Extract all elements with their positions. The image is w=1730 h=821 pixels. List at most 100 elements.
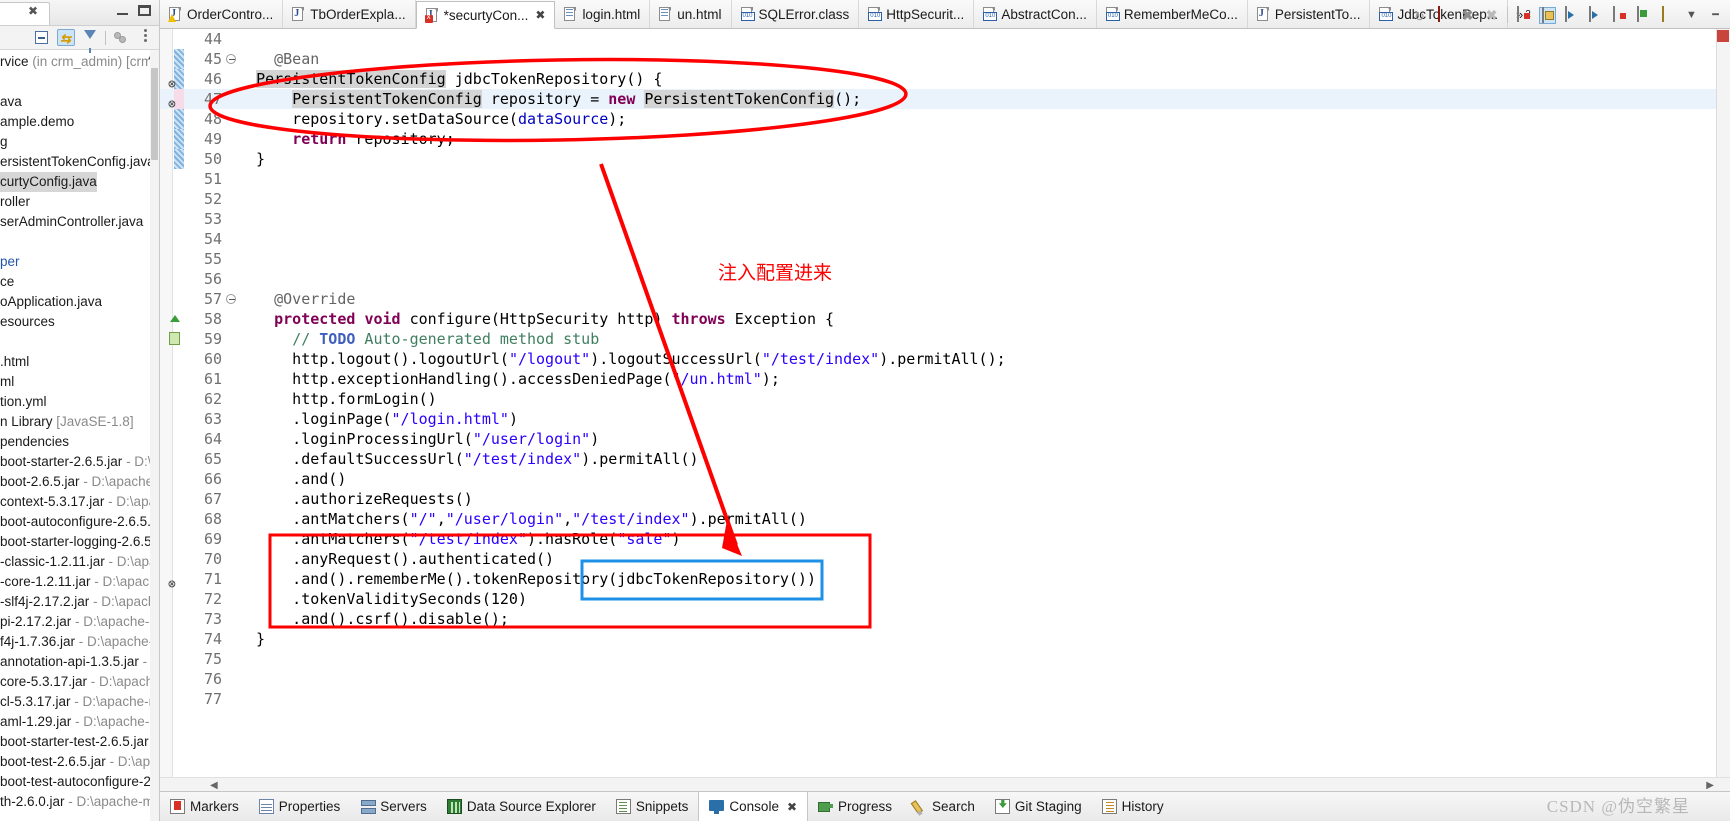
tree-item[interactable]: ava [0, 92, 159, 112]
tree-item[interactable]: -core-1.2.11.jar - D:\apach [0, 572, 159, 592]
code-line[interactable]: 62 http.formLogin() [160, 389, 1730, 409]
editor-tab[interactable]: J*securtyCon... ✖ [415, 1, 556, 29]
tree-item[interactable]: -slf4j-2.17.2.jar - D:\apache [0, 592, 159, 612]
code-line[interactable]: 77 [160, 689, 1730, 709]
tree-item[interactable]: th-2.6.0.jar - D:\apache-ma [0, 792, 159, 812]
clear-console-icon[interactable] [1515, 5, 1532, 24]
show-console-on-output-icon[interactable] [1587, 5, 1604, 24]
editor-tab[interactable]: 010 HttpSecurit... [859, 0, 975, 28]
tree-item[interactable]: oApplication.java [0, 292, 159, 312]
code-lines[interactable]: 4445 @Bean46 PersistentTokenConfig jdbcT… [160, 29, 1730, 791]
filters-icon[interactable] [81, 29, 99, 53]
word-wrap-icon[interactable] [1563, 5, 1580, 24]
tree-item[interactable]: f4j-1.7.36.jar - D:\apache-m [0, 632, 159, 652]
bottom-view-tab[interactable]: Data Source Explorer [437, 792, 606, 821]
code-line[interactable]: 67 .authorizeRequests() [160, 489, 1730, 509]
minimize-icon[interactable] [117, 6, 128, 15]
tree-item[interactable]: boot-starter-2.6.5.jar - D:\a [0, 452, 159, 472]
bottom-view-tab[interactable]: Search [902, 792, 985, 821]
presentation-icon[interactable] [112, 29, 130, 46]
code-line[interactable]: 66 .and() [160, 469, 1730, 489]
code-line[interactable]: 56 [160, 269, 1730, 289]
code-line[interactable]: 73 .and().csrf().disable(); [160, 609, 1730, 629]
fold-toggle-icon[interactable] [226, 294, 236, 304]
maximize-icon[interactable] [138, 5, 151, 16]
close-icon[interactable]: ✖ [28, 5, 38, 17]
package-explorer-tab[interactable] [0, 2, 50, 25]
bottom-view-tab[interactable]: Progress [808, 792, 902, 821]
editor-tab[interactable]: 010 AbstractCon... [974, 0, 1097, 28]
view-menu-icon[interactable] [136, 29, 154, 46]
code-line[interactable]: 68 .antMatchers("/","/user/login","/test… [160, 509, 1730, 529]
package-explorer-panel[interactable]: ✖ ⇆ rvice (in crm_admin) [crm_a ava ample… [0, 0, 160, 821]
scroll-lock-icon[interactable] [1539, 6, 1556, 24]
code-line[interactable]: 51 [160, 169, 1730, 189]
minimize-icon[interactable]: ━ [1707, 7, 1724, 24]
tree-item[interactable]: ce [0, 272, 159, 292]
code-line[interactable]: 54 [160, 229, 1730, 249]
tree-item[interactable]: boot-test-autoconfigure-2.6 [0, 772, 159, 792]
tree-item[interactable]: boot-2.6.5.jar - D:\apache-m [0, 472, 159, 492]
tree-item[interactable]: boot-test-2.6.5.jar - D:\apac [0, 752, 159, 772]
editor-tab[interactable]: J TbOrderExpla... [283, 0, 416, 28]
code-line[interactable]: 46 PersistentTokenConfig jdbcTokenReposi… [160, 69, 1730, 89]
link-with-editor-icon[interactable]: ⇆ [57, 29, 75, 46]
editor-tab[interactable]: 010 SQLError.class [732, 0, 860, 28]
bottom-view-tab[interactable]: History [1092, 792, 1174, 821]
code-line[interactable]: 57 @Override [160, 289, 1730, 309]
terminate-icon[interactable] [1435, 5, 1452, 24]
tree-item[interactable]: per [0, 252, 159, 272]
scrollbar-thumb[interactable] [151, 68, 158, 160]
bottom-view-tab[interactable]: Servers [350, 792, 437, 821]
tree-item[interactable]: n Library [JavaSE-1.8] [0, 412, 159, 432]
code-line[interactable]: 75 [160, 649, 1730, 669]
code-line[interactable]: 52 [160, 189, 1730, 209]
tree-item[interactable]: core-5.3.17.jar - D:\apache- [0, 672, 159, 692]
view-menu-icon[interactable]: ▼ [1683, 7, 1700, 24]
tree-item[interactable]: annotation-api-1.3.5.jar - D: [0, 652, 159, 672]
code-line[interactable]: 61 http.exceptionHandling().accessDenied… [160, 369, 1730, 389]
code-line[interactable]: 45 @Bean [160, 49, 1730, 69]
tree-item[interactable]: curtyConfig.java [0, 172, 97, 192]
editor-tab[interactable]: 010 RememberMeCo... [1097, 0, 1248, 28]
tree-item[interactable]: boot-autoconfigure-2.6.5.ja [0, 512, 159, 532]
tree-item[interactable]: -classic-1.2.11.jar - D:\apac [0, 552, 159, 572]
code-line[interactable]: 58 protected void configure(HttpSecurity… [160, 309, 1730, 329]
code-line[interactable]: 74 } [160, 629, 1730, 649]
terminate-relaunch-icon[interactable]: ↻ [1411, 7, 1428, 24]
collapse-all-icon[interactable] [33, 29, 51, 46]
code-line[interactable]: 49 return repository; [160, 129, 1730, 149]
code-line[interactable]: 59 // TODO Auto-generated method stub [160, 329, 1730, 349]
code-line[interactable]: 60 http.logout().logoutUrl("/logout").lo… [160, 349, 1730, 369]
tree-item[interactable]: rvice (in crm_admin) [crm_a [0, 52, 159, 72]
code-line[interactable]: 64 .loginProcessingUrl("/user/login") [160, 429, 1730, 449]
bottom-view-tab[interactable]: Snippets [606, 792, 699, 821]
code-line[interactable]: 50 } [160, 149, 1730, 169]
open-console-icon[interactable] [1659, 5, 1676, 24]
remove-all-terminated-icon[interactable]: ✖ [1483, 7, 1500, 24]
scroll-left-arrow-icon[interactable]: ◀ [210, 780, 218, 791]
code-line[interactable]: 55 [160, 249, 1730, 269]
close-icon[interactable]: ✖ [535, 8, 545, 22]
pin-console-icon[interactable] [1611, 5, 1628, 24]
code-line[interactable]: 70 .anyRequest().authenticated() [160, 549, 1730, 569]
tree-item[interactable]: ersistentTokenConfig.java [0, 152, 159, 172]
tree-item[interactable]: pendencies [0, 432, 159, 452]
fold-toggle-icon[interactable] [226, 54, 236, 64]
package-explorer-scrollbar[interactable] [150, 50, 159, 821]
bottom-view-tab-bar[interactable]: Markers Properties Servers Data Source Expl… [160, 791, 1730, 821]
display-selected-console-icon[interactable] [1635, 5, 1652, 24]
code-line[interactable]: 71 .and().rememberMe().tokenRepository(j… [160, 569, 1730, 589]
tree-item[interactable]: esources [0, 312, 159, 332]
editor-horizontal-scrollbar[interactable]: ◀ ▶ [160, 777, 1730, 791]
tree-item[interactable]: cl-5.3.17.jar - D:\apache-ma [0, 692, 159, 712]
code-line[interactable]: 69 .antMatchers("/test/index").hasRole("… [160, 529, 1730, 549]
bottom-view-tab[interactable]: Properties [249, 792, 351, 821]
code-line[interactable]: 53 [160, 209, 1730, 229]
console-toolbar[interactable]: ↻ ✖ ✖ ▼ ━ [1411, 0, 1728, 30]
tree-item[interactable]: ml [0, 372, 159, 392]
tree-item[interactable]: tion.yml [0, 392, 159, 412]
code-editor[interactable]: 4445 @Bean46 PersistentTokenConfig jdbcT… [160, 29, 1730, 791]
tree-item[interactable]: serAdminController.java [0, 212, 159, 232]
bottom-view-tab[interactable]: Git Staging [985, 792, 1092, 821]
